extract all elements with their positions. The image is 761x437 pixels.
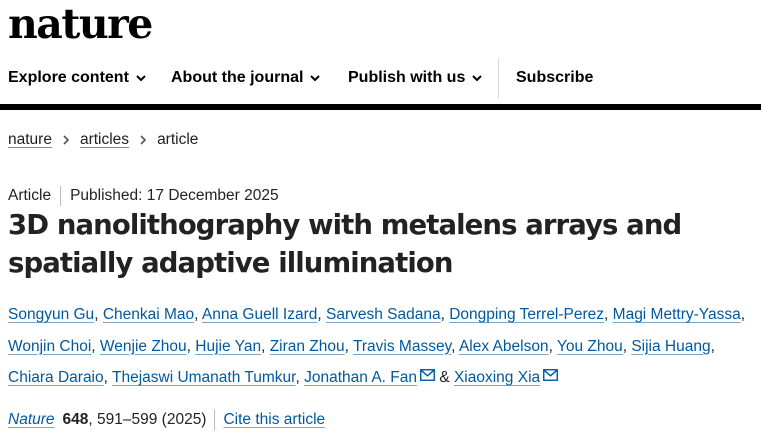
header-bottom-bar: [0, 104, 761, 110]
breadcrumb-item-nature[interactable]: nature: [8, 131, 52, 149]
nav-publish-with-us[interactable]: Publish with us: [348, 58, 483, 98]
author-link[interactable]: Ziran Zhou: [270, 338, 345, 355]
breadcrumb: nature articles article: [8, 131, 198, 149]
author-separator: ,: [604, 306, 609, 323]
breadcrumb-item-current: article: [157, 131, 199, 148]
nature-logo[interactable]: nature: [8, 2, 153, 46]
nav-item-label: Explore content: [8, 69, 129, 86]
author-link[interactable]: Dongping Terrel-Perez: [449, 306, 604, 323]
article-type: Article: [8, 187, 52, 204]
citation: Nature 648 , 591–599 (2025) Cite this ar…: [8, 410, 325, 430]
nav-explore-content[interactable]: Explore content: [8, 58, 147, 98]
citation-divider: [214, 410, 216, 430]
chevron-right-icon: [61, 135, 71, 145]
author-list: Songyun Gu, Chenkai Mao, Anna Guell Izar…: [8, 299, 758, 394]
chevron-down-icon: [135, 72, 147, 84]
author-separator: ,: [261, 337, 266, 355]
article-meta: Article Published: 17 December 2025: [8, 186, 279, 206]
mail-icon[interactable]: [420, 369, 435, 381]
author-separator: ,: [440, 306, 445, 323]
author-separator: ,: [622, 337, 628, 355]
nav-about-journal[interactable]: About the journal: [171, 58, 321, 98]
author-separator: ,: [548, 337, 553, 355]
nav-item-label: Publish with us: [348, 69, 466, 86]
author-link[interactable]: Wenjie Zhou: [100, 338, 187, 355]
author-separator: ,: [344, 337, 349, 355]
author-and: &: [439, 369, 450, 386]
author-separator: ,: [710, 337, 715, 355]
author-link[interactable]: Chenkai Mao: [103, 306, 194, 323]
chevron-down-icon: [309, 72, 321, 84]
author-separator: ,: [194, 306, 199, 323]
chevron-down-icon: [471, 72, 483, 84]
author-separator: ,: [317, 306, 322, 323]
author-separator: ,: [186, 337, 191, 355]
author-link[interactable]: Alex Abelson: [459, 338, 549, 355]
author-link[interactable]: Thejaswi Umanath Tumkur: [112, 369, 296, 386]
author-link[interactable]: Xiaoxing Xia: [454, 369, 540, 386]
author-separator: ,: [295, 369, 300, 386]
author-separator: ,: [451, 337, 456, 355]
published-date: Published: 17 December 2025: [70, 187, 279, 204]
author-link[interactable]: Magi Mettry-Yassa: [613, 306, 741, 323]
author-link[interactable]: Travis Massey: [353, 338, 451, 355]
author-separator: ,: [103, 369, 108, 386]
nav-divider: [498, 58, 499, 98]
author-link[interactable]: You Zhou: [557, 338, 623, 355]
author-link[interactable]: Sarvesh Sadana: [326, 306, 441, 323]
nav-subscribe[interactable]: Subscribe: [516, 58, 593, 98]
author-separator: ,: [740, 306, 746, 323]
breadcrumb-item-articles[interactable]: articles: [80, 131, 129, 149]
nav-item-label: Subscribe: [516, 69, 594, 86]
chevron-right-icon: [138, 135, 148, 145]
author-link[interactable]: Wonjin Choi: [8, 338, 91, 355]
author-link[interactable]: Songyun Gu: [8, 306, 94, 323]
main-navigation: Explore content About the journal Publis…: [0, 58, 761, 106]
mail-icon[interactable]: [543, 369, 559, 381]
author-link[interactable]: Hujie Yan: [195, 338, 261, 355]
meta-divider: [60, 186, 62, 206]
author-separator: ,: [94, 306, 99, 323]
author-link[interactable]: Chiara Daraio: [8, 369, 104, 386]
author-link[interactable]: Anna Guell Izard: [202, 306, 317, 323]
author-link[interactable]: Jonathan A. Fan: [304, 369, 417, 386]
cite-this-article-link[interactable]: Cite this article: [223, 411, 325, 429]
nav-item-label: About the journal: [171, 69, 304, 86]
author-link[interactable]: Sijia Huang: [631, 338, 710, 355]
article-title: 3D nanolithography with metalens arrays …: [8, 209, 682, 279]
journal-link[interactable]: Nature: [8, 411, 55, 429]
author-separator: ,: [91, 337, 96, 355]
volume: 648: [62, 411, 89, 428]
pages-year: , 591–599 (2025): [88, 411, 207, 428]
